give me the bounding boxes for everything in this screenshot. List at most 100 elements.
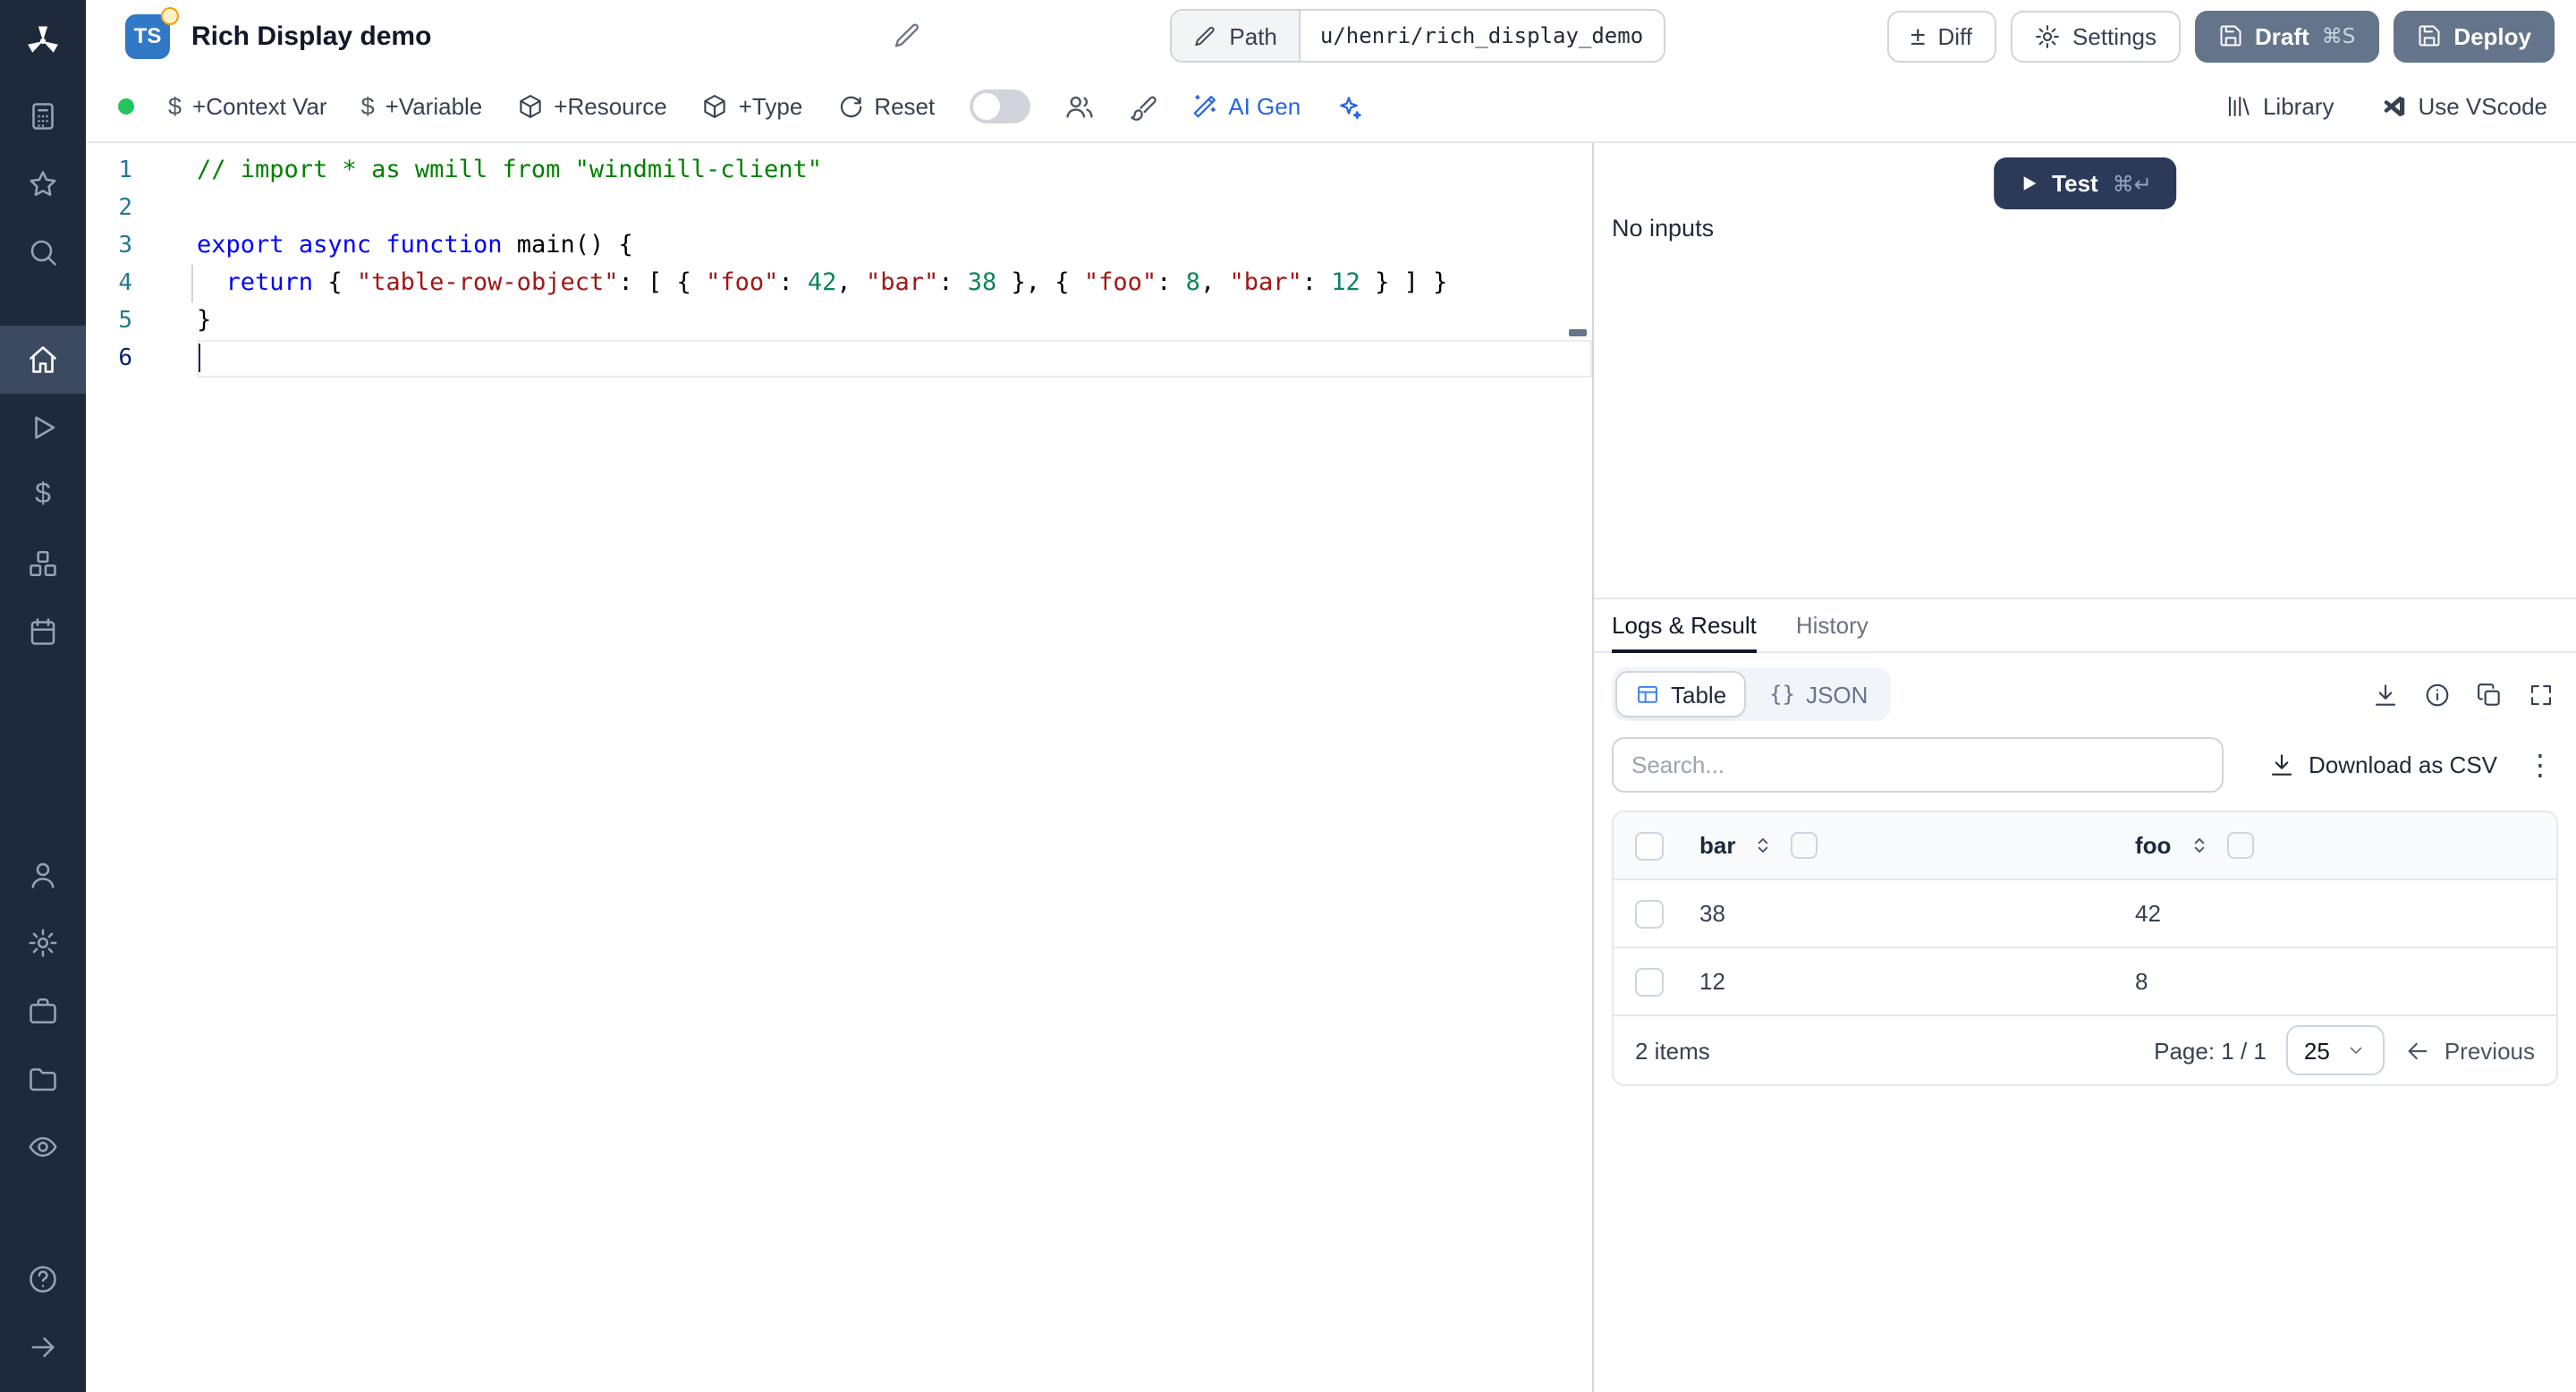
items-count: 2 items [1635, 1037, 1710, 1064]
ai-gen-button[interactable]: AI Gen [1191, 93, 1301, 120]
reset-button[interactable]: Reset [836, 93, 935, 120]
code-editor[interactable]: 1 2 3 4 5 6 // import * as wmill from "windmi… [86, 143, 1592, 1392]
line-number: 4 [118, 270, 132, 297]
copy-result-button[interactable] [2476, 681, 2503, 708]
library-icon [2228, 96, 2250, 117]
code-line[interactable] [197, 190, 1592, 227]
sidebar-item-resources[interactable] [0, 530, 86, 598]
save-icon [2418, 25, 2439, 47]
result-info-button[interactable] [2424, 681, 2451, 708]
user-icon [31, 862, 55, 888]
download-csv-button[interactable]: Download as CSV [2267, 751, 2497, 778]
code-line[interactable]: return { "table-row-object": [ { "foo": … [191, 265, 1592, 302]
sidebar-item-workers[interactable] [0, 977, 86, 1045]
result-table-body: 38 42 12 8 [1614, 880, 2556, 1016]
sidebar-item-calculator[interactable] [0, 82, 86, 150]
row-checkbox[interactable] [1635, 967, 1664, 996]
sidebar-item-search[interactable] [0, 218, 86, 286]
view-table-label: Table [1671, 681, 1727, 708]
sort-icon[interactable] [1751, 834, 1775, 857]
line-number: 3 [118, 233, 132, 259]
boxes-icon [30, 550, 56, 577]
previous-page-button[interactable]: Previous [2405, 1037, 2535, 1064]
page-size-value: 25 [2303, 1037, 2330, 1064]
add-context-var-button[interactable]: $ +Context Var [168, 93, 327, 120]
sidebar-item-settings[interactable] [0, 909, 86, 977]
header-check-cell [1614, 831, 1685, 860]
diff-button[interactable]: ± Diff [1887, 10, 1996, 62]
draft-button-label: Draft [2255, 22, 2309, 49]
sidebar-item-home[interactable] [0, 326, 86, 394]
sort-icon[interactable] [2187, 834, 2210, 857]
sidebar-item-variables[interactable]: $ [0, 462, 86, 530]
tab-history[interactable]: History [1796, 599, 1868, 653]
sidebar-item-favorites[interactable] [0, 150, 86, 218]
row-check-cell [1614, 899, 1685, 928]
use-vscode-button[interactable]: Use VScode [2380, 93, 2547, 120]
gear-icon [29, 929, 57, 957]
library-button[interactable]: Library [2225, 93, 2334, 120]
deploy-button-label: Deploy [2453, 22, 2531, 49]
content-area: 123456 // import * as wmill from "windmi… [86, 143, 2576, 1392]
path-control[interactable]: Path u/henri/rich_display_demo [1170, 9, 1665, 63]
edit-title-button[interactable] [893, 21, 921, 50]
kebab-menu-icon[interactable]: ⋮ [2526, 750, 2555, 779]
sidebar-item-help[interactable] [0, 1245, 86, 1313]
add-resource-button[interactable]: +Resource [516, 93, 667, 120]
toggle-switch[interactable] [969, 89, 1030, 123]
sidebar-item-folders[interactable] [0, 1045, 86, 1113]
main-area: TS Rich Display demo Path u/henri/rich_d… [86, 0, 2576, 1392]
add-variable-button[interactable]: $ +Variable [361, 93, 483, 120]
search-icon [30, 240, 56, 266]
sidebar-item-runs[interactable] [0, 394, 86, 462]
code-line[interactable] [197, 340, 1592, 378]
column-label: foo [2135, 832, 2172, 859]
download-icon [2375, 683, 2396, 705]
calculator-icon [32, 103, 54, 130]
code-line[interactable]: } [197, 302, 1592, 340]
language-mini-badge [161, 6, 179, 24]
result-section: Logs & Result History Table {} JSON Sear… [1594, 599, 2576, 1392]
eye-icon [29, 1136, 57, 1158]
run-section: Test ⌘↵ No inputs [1594, 143, 2576, 599]
path-edit-button[interactable]: Path [1172, 11, 1301, 61]
select-all-checkbox[interactable] [1635, 831, 1664, 860]
arrow-left-icon [2409, 1041, 2428, 1059]
view-json-button[interactable]: {} JSON [1750, 671, 1887, 717]
indent-guide [191, 265, 193, 302]
search-input[interactable] [1612, 737, 2224, 793]
column-checkbox[interactable] [1791, 832, 1818, 859]
users-icon-button[interactable] [1063, 91, 1094, 122]
draft-button[interactable]: Draft ⌘S [2194, 10, 2379, 62]
expand-result-button[interactable] [2528, 681, 2555, 708]
info-icon [2426, 683, 2449, 706]
add-variable-label: +Variable [385, 93, 483, 120]
sparkles-icon [1340, 96, 1361, 119]
windmill-logo-icon [28, 26, 58, 53]
view-table-button[interactable]: Table [1615, 671, 1747, 717]
sidebar-item-user[interactable] [0, 841, 86, 909]
tab-logs-result[interactable]: Logs & Result [1612, 599, 1757, 653]
code-line[interactable]: export async function main() { [197, 227, 1592, 265]
sidebar-item-schedules[interactable] [0, 598, 86, 666]
pencil-icon [895, 23, 919, 47]
page-size-select[interactable]: 25 [2285, 1025, 2385, 1075]
sidebar-item-audit[interactable] [0, 1113, 86, 1181]
windmill-logo[interactable] [0, 0, 86, 82]
add-type-button[interactable]: +Type [701, 93, 802, 120]
format-code-button[interactable] [1128, 92, 1157, 121]
column-checkbox[interactable] [2226, 832, 2254, 859]
sidebar-collapse-button[interactable] [0, 1313, 86, 1381]
pencil-icon [1195, 26, 1215, 46]
settings-button[interactable]: Settings [2010, 10, 2180, 62]
row-checkbox[interactable] [1635, 899, 1664, 928]
test-button[interactable]: Test ⌘↵ [1993, 157, 2177, 209]
pagination: Page: 1 / 1 25 Previous [2154, 1025, 2535, 1075]
sparkles-button[interactable] [1335, 92, 1363, 121]
plus-minus-icon: ± [1911, 21, 1926, 51]
code-line[interactable]: // import * as wmill from "windmill-clie… [197, 152, 1592, 190]
editor-code[interactable]: // import * as wmill from "windmill-clie… [191, 143, 1592, 1392]
deploy-button[interactable]: Deploy [2393, 10, 2555, 62]
download-result-button[interactable] [2372, 681, 2399, 708]
script-path[interactable]: u/henri/rich_display_demo [1300, 11, 1664, 61]
